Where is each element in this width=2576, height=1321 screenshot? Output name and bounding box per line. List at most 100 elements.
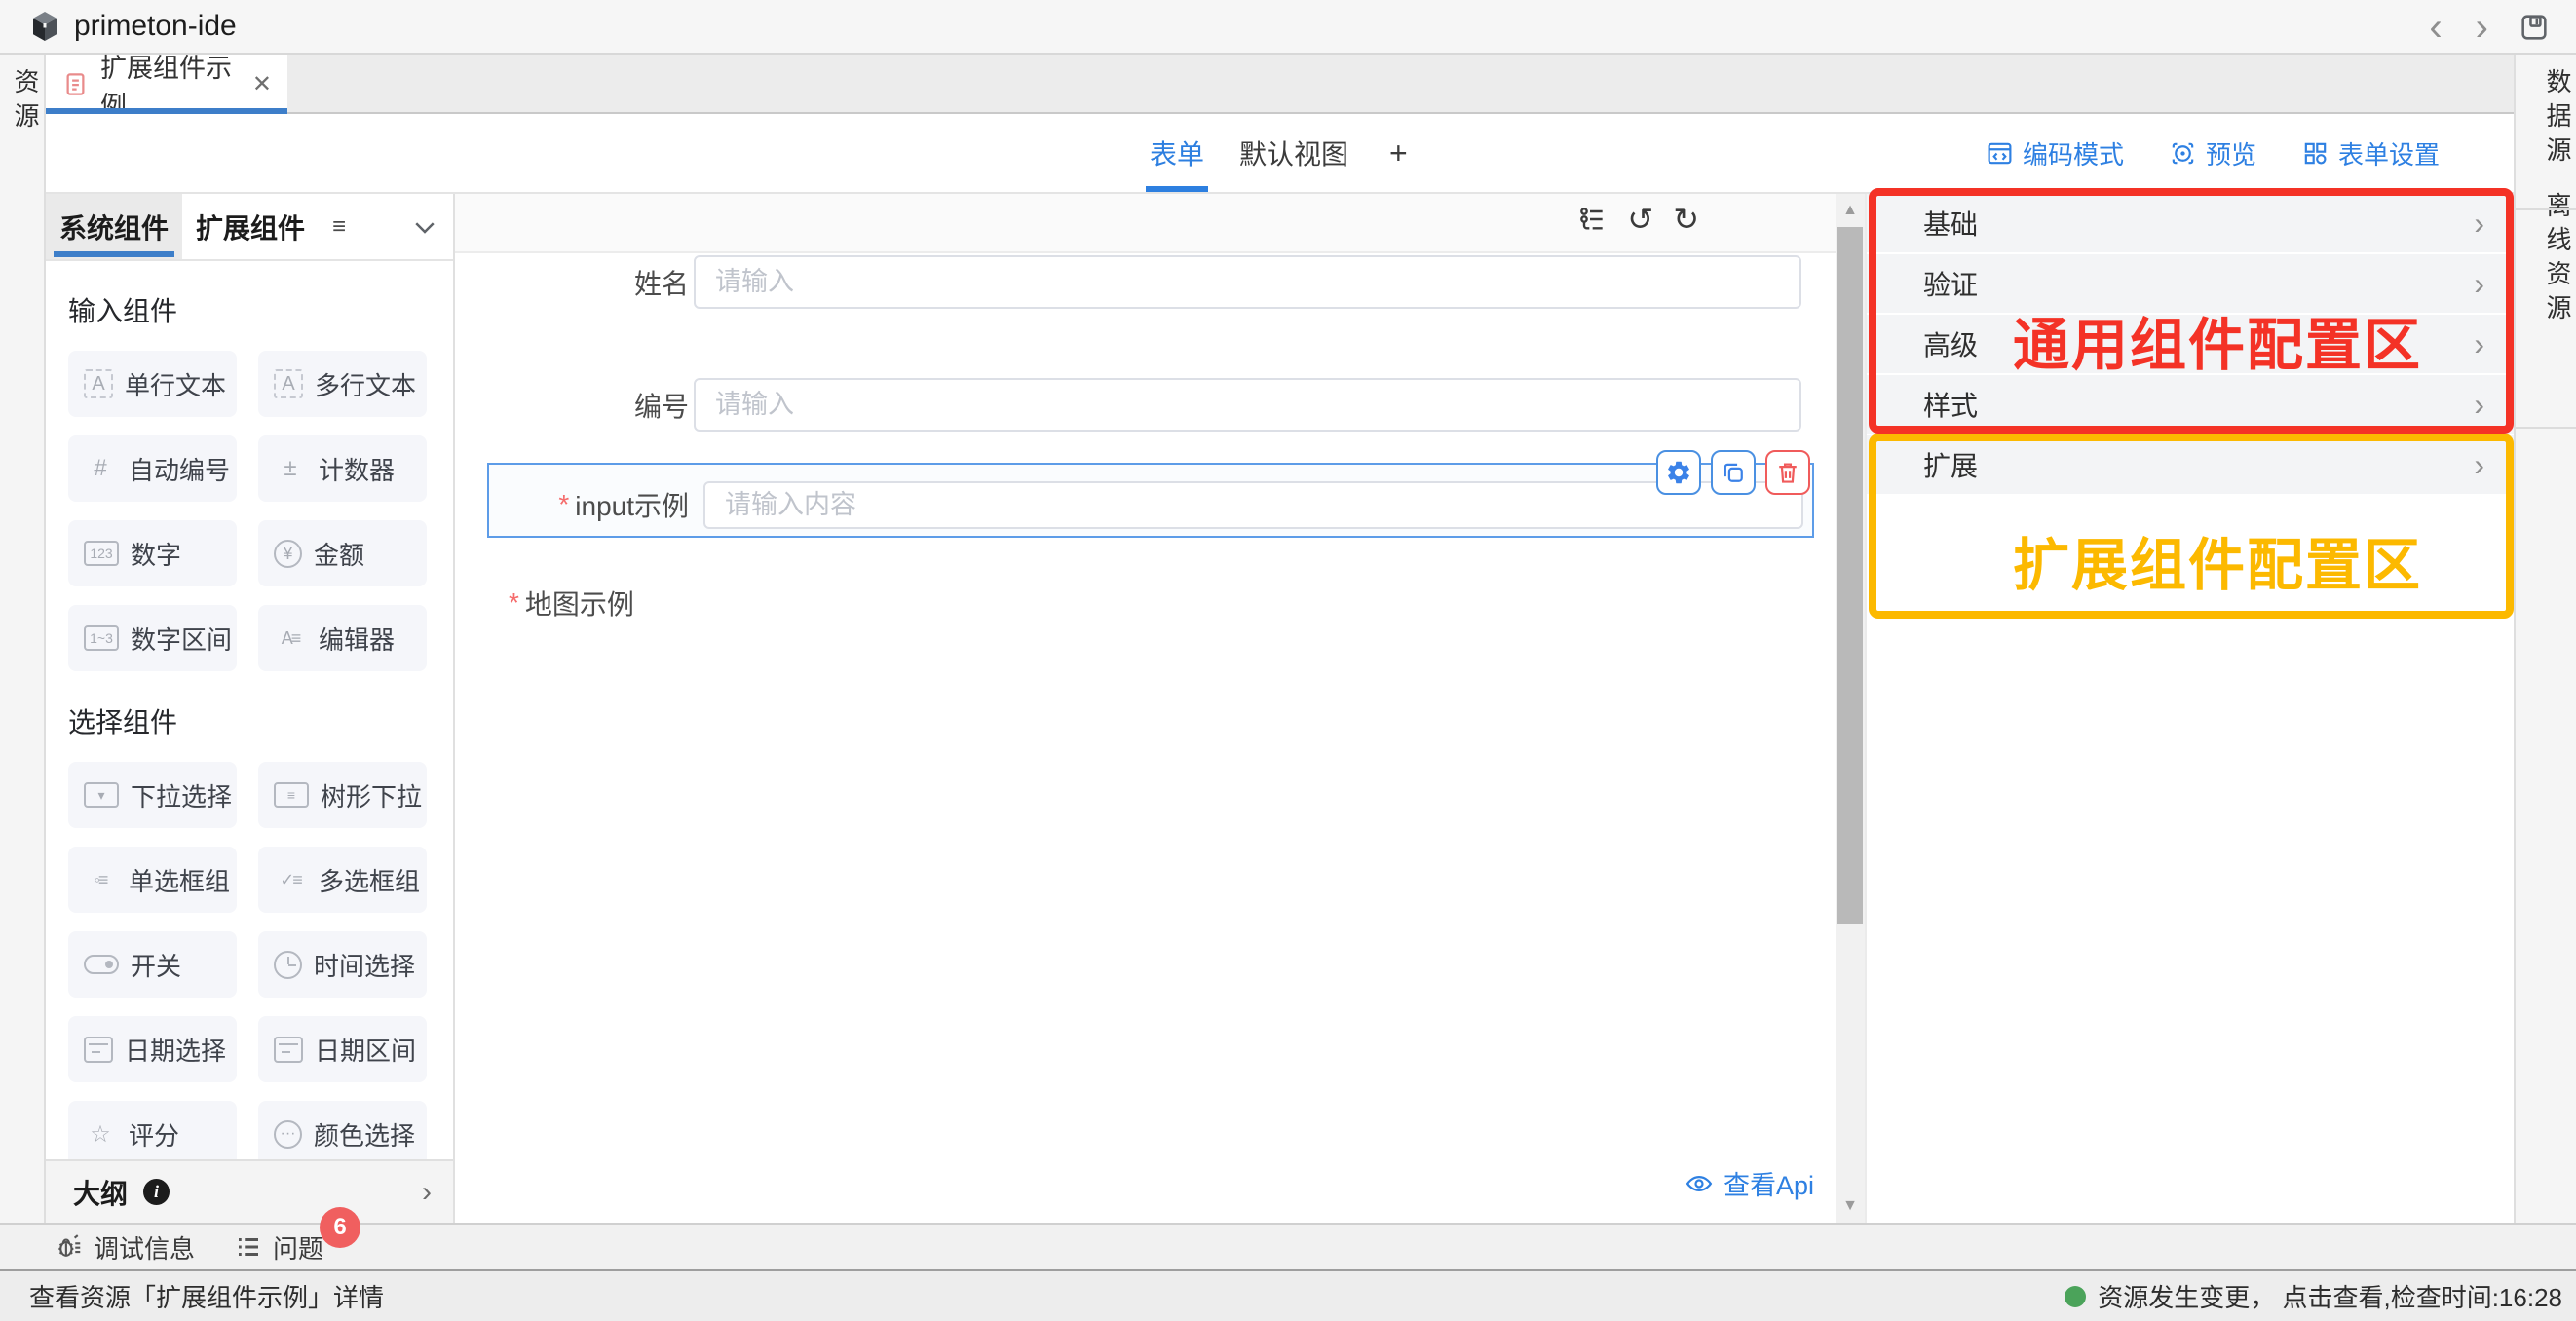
palette-item-single-line-text[interactable]: A 单行文本 — [68, 351, 237, 417]
chevron-right-icon: › — [2474, 266, 2484, 302]
palette-item-tree-select[interactable]: ≡ 树形下拉 — [258, 762, 427, 828]
preview-button[interactable]: 预览 — [2169, 135, 2256, 171]
tab-system-components[interactable]: 系统组件 — [46, 194, 182, 259]
add-view-button[interactable]: + — [1389, 114, 1408, 192]
preview-label: 预览 — [2206, 135, 2256, 171]
app-title: primeton-ide — [74, 10, 237, 43]
select-icon: ▾ — [84, 782, 119, 808]
resource-change-label: 资源发生变更， 点击查看,检查时间:16:28 — [2098, 1278, 2562, 1314]
field-label-text: 地图示例 — [525, 584, 634, 623]
palette-item-number-range[interactable]: 1~3 数字区间 — [68, 605, 237, 671]
tab-form[interactable]: 表单 — [1150, 114, 1204, 192]
config-rows: 基础 › 验证 › 高级 › 样式 › — [1867, 194, 2514, 435]
counter-icon: ± — [274, 453, 307, 484]
preview-icon — [2169, 139, 2197, 168]
config-section-extension[interactable]: 扩展 › — [1867, 435, 2514, 494]
form-settings-label: 表单设置 — [2338, 135, 2440, 171]
code-mode-label: 编码模式 — [2023, 135, 2124, 171]
rail-divider — [2516, 427, 2576, 429]
tab-extension-component-example[interactable]: 扩展组件示例 ✕ — [46, 55, 287, 114]
palette-item-number[interactable]: 123 数字 — [68, 520, 237, 586]
required-asterisk: * — [558, 489, 569, 520]
sidebar-item-datasource[interactable]: 数据源 — [2516, 68, 2576, 170]
palette-item-counter[interactable]: ± 计数器 — [258, 435, 427, 502]
gear-icon — [1665, 459, 1692, 486]
view-api-link[interactable]: 查看Api — [1685, 1164, 1814, 1202]
config-section-row[interactable]: 高级 › — [1867, 315, 2514, 373]
debug-info-button[interactable]: 调试信息 — [55, 1225, 195, 1269]
redo-icon[interactable]: ↻ — [1673, 204, 1699, 235]
code-mode-button[interactable]: 编码模式 — [1986, 135, 2124, 171]
sidebar-item-offline-resources[interactable]: 离线资源 — [2516, 192, 2576, 328]
multi-line-text-icon: A — [274, 369, 303, 398]
sidebar-item-resources[interactable]: 资源 — [0, 68, 44, 136]
scroll-up-icon[interactable]: ▲ — [1836, 202, 1865, 219]
palette-item-select[interactable]: ▾ 下拉选择 — [68, 762, 237, 828]
scrollbar-thumb[interactable] — [1837, 227, 1863, 924]
switch-icon — [84, 955, 119, 974]
config-section-label: 高级 — [1923, 324, 1978, 363]
chevron-down-icon — [410, 212, 439, 242]
palette-menu-icon[interactable]: ≡ — [332, 213, 346, 241]
field-label-text: input示例 — [575, 485, 689, 524]
nav-back-icon[interactable]: ‹ — [2425, 8, 2445, 47]
name-input[interactable] — [694, 255, 1801, 309]
palette-item-time-picker[interactable]: 时间选择 — [258, 931, 427, 998]
palette-item-amount[interactable]: ¥ 金额 — [258, 520, 427, 586]
config-section-row[interactable]: 验证 › — [1867, 254, 2514, 313]
palette-item-editor[interactable]: A≡ 编辑器 — [258, 605, 427, 671]
field-label: * 地图示例 — [509, 585, 634, 621]
problems-label: 问题 — [273, 1229, 323, 1265]
canvas-scrollbar[interactable]: ▲ ▼ — [1836, 194, 1865, 1223]
undo-icon[interactable]: ↺ — [1627, 204, 1653, 235]
checkbox-group-icon: ✓≡ — [274, 864, 307, 895]
outline-bar[interactable]: 大纲 i › — [46, 1159, 453, 1223]
date-picker-icon — [84, 1037, 113, 1063]
config-section-label: 基础 — [1923, 204, 1978, 243]
field-copy-button[interactable] — [1711, 450, 1756, 495]
tab-default-view[interactable]: 默认视图 — [1239, 114, 1348, 192]
palette-item-multi-line-text[interactable]: A 多行文本 — [258, 351, 427, 417]
form-settings-button[interactable]: 表单设置 — [2301, 135, 2440, 171]
palette-item-radio-group[interactable]: ◦≡ 单选框组 — [68, 847, 237, 913]
tab-extension-components[interactable]: 扩展组件 — [182, 194, 319, 259]
status-bar: 查看资源「扩展组件示例」详情 资源发生变更， 点击查看,检查时间:16:28 — [0, 1269, 2576, 1321]
palette-item-checkbox-group[interactable]: ✓≡ 多选框组 — [258, 847, 427, 913]
palette-item-date-picker[interactable]: 日期选择 — [68, 1016, 237, 1082]
active-view-underline — [1146, 186, 1208, 192]
field-settings-button[interactable] — [1656, 450, 1701, 495]
problems-button[interactable]: 问题 6 — [234, 1225, 323, 1269]
resource-change-notice[interactable]: 资源发生变更， 点击查看,检查时间:16:28 — [2065, 1278, 2562, 1314]
date-range-icon — [274, 1037, 303, 1063]
number-icon: 123 — [84, 541, 119, 566]
palette-sections: 输入组件 A 单行文本 A 多行文本 # 自动编号 ± 计数器 123 数字 ¥… — [46, 261, 453, 1159]
palette-item-switch[interactable]: 开关 — [68, 931, 237, 998]
field-delete-button[interactable] — [1765, 450, 1810, 495]
bug-icon — [55, 1232, 84, 1262]
nav-forward-icon[interactable]: › — [2472, 8, 2492, 47]
field-label: * input示例 — [455, 483, 689, 526]
field-label: 姓名 — [455, 255, 689, 309]
required-asterisk: * — [509, 587, 519, 619]
input-example-input[interactable] — [703, 481, 1803, 529]
tree-select-icon: ≡ — [274, 782, 309, 808]
config-section-label: 样式 — [1923, 385, 1978, 424]
config-section-row[interactable]: 基础 › — [1867, 194, 2514, 252]
close-icon[interactable]: ✕ — [252, 70, 272, 98]
collapse-panel-button[interactable] — [410, 212, 439, 242]
palette-item-auto-number[interactable]: # 自动编号 — [68, 435, 237, 502]
number-input[interactable] — [694, 378, 1801, 432]
palette-item-color-picker[interactable]: ··· 颜色选择 — [258, 1101, 427, 1159]
form-settings-icon — [2301, 139, 2330, 168]
outline-tree-icon[interactable] — [1576, 204, 1608, 235]
outline-label: 大纲 — [73, 1173, 128, 1212]
title-bar: primeton-ide ‹ › — [0, 0, 2576, 55]
config-section-label: 扩展 — [1923, 445, 1978, 484]
config-section-row[interactable]: 样式 › — [1867, 375, 2514, 434]
palette-item-date-range[interactable]: 日期区间 — [258, 1016, 427, 1082]
trash-icon — [1774, 459, 1801, 486]
view-bar: 表单 默认视图 + 编码模式 预览 — [46, 114, 2514, 194]
save-icon[interactable] — [2518, 11, 2551, 44]
palette-item-rating[interactable]: ☆ 评分 — [68, 1101, 237, 1159]
scroll-down-icon[interactable]: ▼ — [1836, 1197, 1865, 1215]
